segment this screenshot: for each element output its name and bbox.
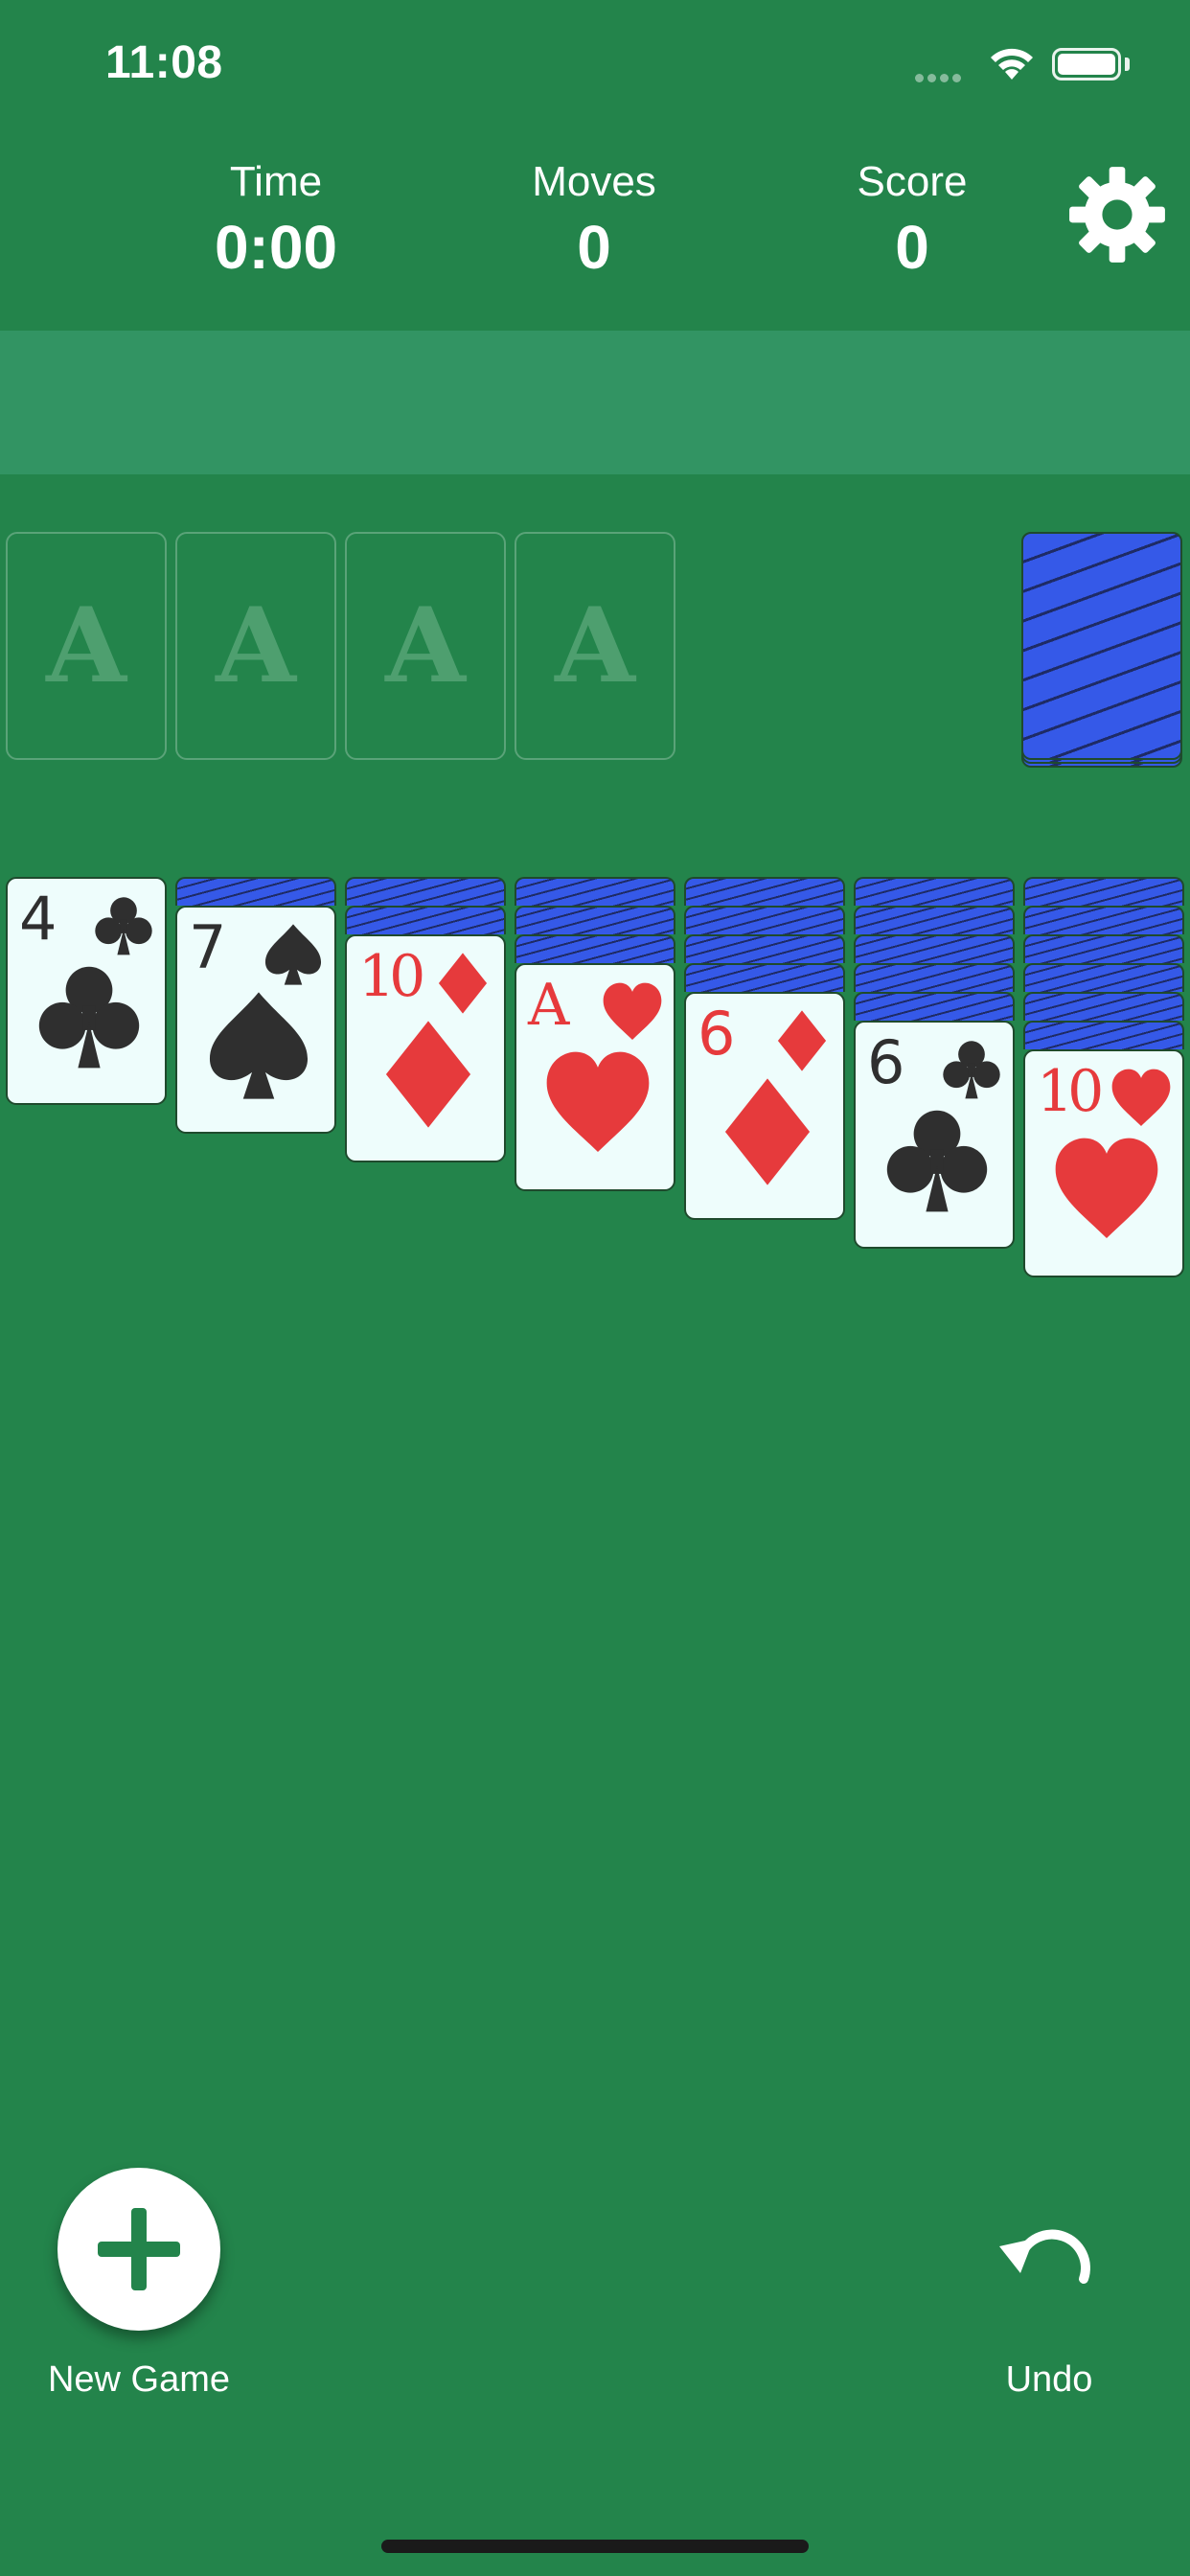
undo-label[interactable]: Undo bbox=[958, 2359, 1140, 2401]
status-time: 11:08 bbox=[105, 37, 223, 88]
face-down-card bbox=[1023, 1021, 1184, 1049]
battery-tip bbox=[1125, 58, 1130, 71]
face-down-card bbox=[1023, 906, 1184, 934]
club-icon bbox=[943, 1041, 1000, 1099]
face-down-card bbox=[684, 934, 845, 963]
diamond-icon bbox=[438, 953, 488, 1014]
plus-icon bbox=[98, 2208, 180, 2290]
face-down-card bbox=[175, 877, 336, 906]
card-rank: 4 bbox=[19, 884, 57, 954]
face-down-card bbox=[515, 906, 675, 934]
face-down-card bbox=[515, 934, 675, 963]
tableau-card-6-diamond[interactable]: 6 bbox=[684, 992, 845, 1220]
stock-pile[interactable] bbox=[1021, 532, 1184, 768]
foundation-slot-4[interactable]: A bbox=[515, 532, 675, 760]
stat-moves-label: Moves bbox=[532, 158, 656, 205]
new-game-button[interactable] bbox=[57, 2168, 220, 2331]
stat-time-value: 0:00 bbox=[214, 213, 338, 282]
tableau-card-10-heart[interactable]: 10 bbox=[1023, 1049, 1184, 1277]
undo-icon[interactable] bbox=[992, 2204, 1107, 2310]
cellular-signal-icon bbox=[915, 70, 965, 87]
spade-icon bbox=[264, 924, 322, 985]
face-down-card bbox=[854, 963, 1015, 992]
heart-icon bbox=[603, 982, 662, 1041]
gear-icon[interactable] bbox=[1067, 165, 1167, 264]
card-rank: 10 bbox=[1037, 1058, 1104, 1125]
stat-time: Time 0:00 bbox=[151, 158, 400, 283]
stock-card-top[interactable] bbox=[1021, 532, 1182, 760]
face-down-card bbox=[854, 992, 1015, 1021]
face-down-card bbox=[684, 906, 845, 934]
face-down-card bbox=[684, 963, 845, 992]
face-down-card bbox=[1023, 992, 1184, 1021]
tableau-card-7-spade[interactable]: 7 bbox=[175, 906, 336, 1134]
stat-moves: Moves 0 bbox=[469, 158, 719, 283]
face-down-card bbox=[684, 877, 845, 906]
face-down-card bbox=[345, 906, 506, 934]
heart-icon bbox=[1055, 1138, 1158, 1239]
stat-time-label: Time bbox=[229, 158, 323, 205]
spade-icon bbox=[209, 992, 309, 1099]
face-down-card bbox=[1023, 934, 1184, 963]
face-down-card bbox=[515, 877, 675, 906]
face-down-card bbox=[345, 877, 506, 906]
battery-icon bbox=[1052, 48, 1121, 80]
card-rank: 6 bbox=[867, 1027, 905, 1097]
foundation-slot-3[interactable]: A bbox=[345, 532, 506, 760]
card-rank: 7 bbox=[189, 912, 227, 982]
stat-score-label: Score bbox=[857, 158, 968, 205]
heart-icon bbox=[546, 1051, 650, 1153]
foundation-slot-1[interactable]: A bbox=[6, 532, 167, 760]
tableau-card-A-heart[interactable]: A bbox=[515, 963, 675, 1191]
tableau-card-6-club[interactable]: 6 bbox=[854, 1021, 1015, 1249]
card-rank: A bbox=[528, 972, 569, 1039]
card-rank: 6 bbox=[698, 999, 736, 1069]
tableau-card-4-club[interactable]: 4 bbox=[6, 877, 167, 1105]
diamond-icon bbox=[385, 1021, 471, 1128]
face-down-card bbox=[854, 934, 1015, 963]
face-down-card bbox=[854, 877, 1015, 906]
heart-icon bbox=[1111, 1069, 1171, 1127]
diamond-icon bbox=[777, 1010, 827, 1071]
club-icon bbox=[38, 966, 140, 1069]
club-icon bbox=[95, 897, 152, 955]
tableau-card-10-diamond[interactable]: 10 bbox=[345, 934, 506, 1162]
stat-moves-value: 0 bbox=[577, 213, 611, 282]
card-rank: 10 bbox=[358, 943, 425, 1010]
home-indicator bbox=[381, 2540, 809, 2553]
club-icon bbox=[886, 1110, 988, 1212]
stat-score: Score 0 bbox=[788, 158, 1037, 283]
foundation-slot-2[interactable]: A bbox=[175, 532, 336, 760]
new-game-label[interactable]: New Game bbox=[19, 2359, 259, 2401]
ad-banner-area bbox=[0, 331, 1190, 474]
stat-score-value: 0 bbox=[895, 213, 929, 282]
face-down-card bbox=[1023, 963, 1184, 992]
face-down-card bbox=[1023, 877, 1184, 906]
wifi-icon bbox=[991, 48, 1033, 80]
face-down-card bbox=[854, 906, 1015, 934]
diamond-icon bbox=[724, 1078, 811, 1185]
